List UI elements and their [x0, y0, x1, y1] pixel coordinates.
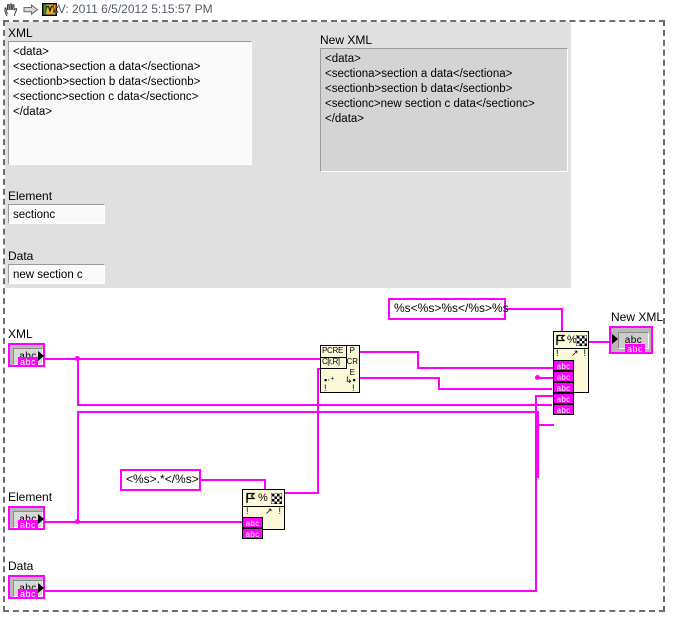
wire-xml-branch-right: [77, 404, 552, 406]
wire-data-right: [44, 590, 537, 592]
format-large-error-out: !: [583, 348, 586, 358]
format-small-error-out: !: [278, 506, 281, 516]
bd-xml-terminal-arrow: [38, 351, 44, 361]
bd-data-terminal-label: Data: [8, 559, 34, 573]
bd-newxml-terminal-arrow: [612, 334, 618, 344]
xml-control-input[interactable]: <data> <sectiona>section a data</section…: [8, 41, 252, 165]
wire-data-up: [535, 396, 537, 591]
wire-element-to-format: [44, 521, 243, 523]
bd-data-terminal-tail: abc: [18, 589, 39, 599]
wire-fmtstring-right: [505, 308, 563, 310]
wire-fmtstring-down: [561, 308, 563, 332]
match-regular-expression-node[interactable]: PCRE C[r,R] P CR E ▪⋅⁺ ↳▪ ! !: [320, 345, 360, 393]
regex-node-line2: C[r,R]: [322, 357, 340, 366]
format-small-error-in: !: [246, 506, 249, 516]
wire-smallformat-up: [317, 369, 319, 494]
xml-control-label: XML: [8, 26, 33, 40]
bd-element-terminal[interactable]: abc abc: [8, 506, 45, 530]
wire-pattern-right: [199, 479, 266, 481]
wire-junction-element: [75, 519, 80, 524]
wire-regex-after-2: [416, 377, 440, 379]
wire-element-into-pin2: [537, 424, 554, 426]
format-string-constant[interactable]: %s<%s>%s</%s>%s: [388, 298, 509, 320]
bd-element-terminal-tail: abc: [18, 520, 39, 530]
titlebar: LV: 2011 6/5/2012 5:15:57 PM: [0, 0, 673, 20]
wire-element-down-a: [537, 411, 539, 425]
bd-element-terminal-label: Element: [8, 490, 53, 504]
format-small-arrow-glyph: ↗: [265, 506, 273, 516]
arrow-right-icon: [23, 3, 39, 16]
new-xml-indicator-label: New XML: [320, 33, 373, 47]
new-xml-indicator-output: <data> <sectiona>section a data</section…: [320, 48, 568, 172]
wire-xml-branch-down: [77, 358, 79, 406]
format-large-input-pin-5[interactable]: abc: [553, 404, 574, 415]
titlebar-text: LV: 2011 6/5/2012 5:15:57 PM: [52, 2, 213, 16]
checker-icon-large: [576, 335, 587, 346]
bd-newxml-terminal-label: New XML: [611, 310, 664, 324]
checker-icon-small: [271, 493, 282, 504]
wire-element-down-b: [537, 424, 539, 478]
wire-xml-to-regex: [44, 358, 321, 360]
bd-xml-terminal[interactable]: abc abc: [8, 343, 45, 367]
hand-icon: [4, 3, 18, 17]
bd-data-terminal-arrow: [38, 583, 44, 593]
wire-regex-before-2: [417, 367, 554, 369]
wire-data-into-pin3: [535, 395, 554, 397]
format-into-string-node-large[interactable]: % ! ↗ ! abc abc abc abc abc: [553, 331, 589, 415]
format-large-input-pin-1[interactable]: abc: [553, 360, 574, 371]
wire-junction-element-pin4: [535, 375, 540, 380]
bd-xml-terminal-label: XML: [8, 327, 33, 341]
wire-regex-after-3: [438, 388, 552, 390]
format-flag-icon-large: [556, 334, 566, 345]
wire-format-to-newxml: [589, 341, 609, 343]
format-large-input-pin-2[interactable]: abc: [553, 371, 574, 382]
format-percent-glyph-small: %: [258, 492, 268, 504]
wire-junction-xml: [75, 356, 80, 361]
format-large-input-pin-3[interactable]: abc: [553, 382, 574, 393]
wire-smallformat-out: [285, 492, 319, 494]
element-control-label: Element: [8, 189, 53, 203]
wire-element-branch-up: [77, 412, 79, 522]
search-pattern-constant[interactable]: <%s>.*</%s>: [120, 469, 201, 491]
bd-newxml-terminal-tail: abc: [625, 344, 646, 354]
bd-data-terminal[interactable]: abc abc: [8, 575, 45, 599]
format-large-input-pin-4[interactable]: abc: [553, 393, 574, 404]
format-into-string-node-small[interactable]: % ! ↗ ! abc abc: [242, 489, 285, 539]
regex-node-error-in: !: [324, 383, 327, 393]
bd-element-terminal-arrow: [38, 514, 44, 524]
bd-xml-terminal-tail: abc: [18, 357, 39, 367]
format-small-input-pin-1[interactable]: abc: [242, 517, 263, 528]
format-large-error-in: !: [556, 348, 559, 358]
format-small-input-pin-2[interactable]: abc: [242, 528, 263, 539]
wire-regex-after-1: [359, 377, 416, 379]
format-large-arrow-glyph: ↗: [571, 348, 579, 358]
element-control-input[interactable]: sectionc: [8, 204, 105, 224]
data-control-label: Data: [8, 249, 34, 263]
data-control-input[interactable]: new section c: [8, 264, 105, 284]
bd-newxml-terminal[interactable]: abc abc: [609, 326, 653, 354]
wire-element-branch-right: [77, 411, 539, 413]
regex-node-error-out: !: [352, 383, 355, 393]
format-flag-icon-small: [246, 492, 256, 503]
wire-regex-before-1: [359, 351, 418, 353]
